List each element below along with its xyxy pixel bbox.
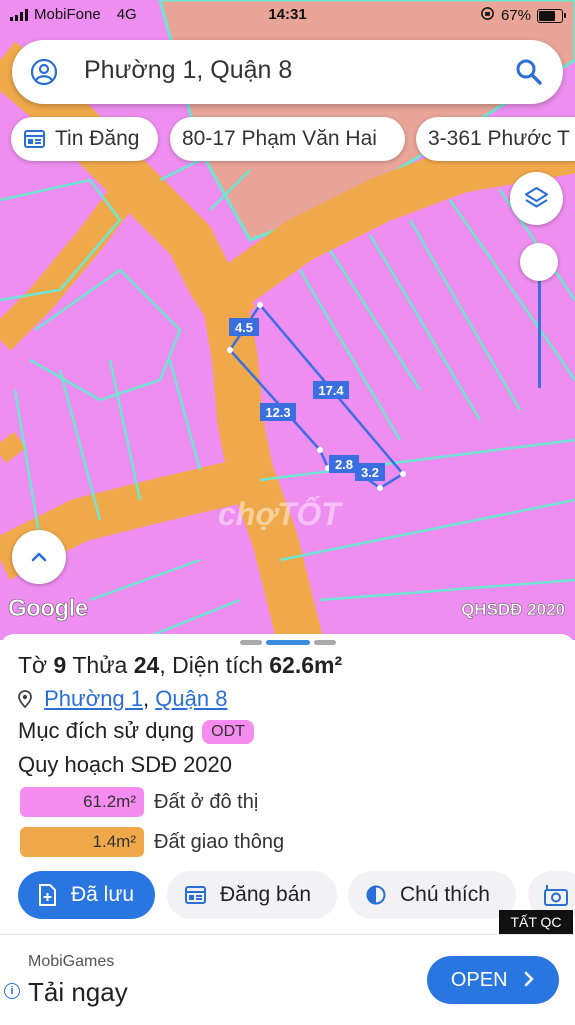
chip-label: 80-17 Phạm Văn Hai: [182, 127, 377, 150]
chip-address-1[interactable]: 80-17 Phạm Văn Hai: [170, 117, 405, 161]
news-icon: [24, 130, 45, 148]
legend-button[interactable]: Chú thích: [348, 871, 516, 919]
legend-traffic: 1.4m² Đất giao thông: [20, 826, 284, 858]
ad-cta: Tải ngay: [28, 977, 128, 1007]
chotot-watermark: chợTỐT: [218, 496, 341, 532]
ad-info-icon[interactable]: i: [4, 983, 20, 999]
dim-bottom-right: 3.2: [361, 465, 379, 480]
dim-top-right: 17.4: [318, 383, 344, 398]
add-photo-icon: [544, 885, 568, 906]
dim-bottom-left: 2.8: [335, 457, 353, 472]
chevron-right-icon: [524, 971, 534, 987]
chip-label: 3-361 Phước T: [428, 127, 570, 150]
rotation-lock-icon: [480, 6, 495, 25]
calendar-icon: [185, 886, 206, 904]
location-separator: ,: [143, 686, 150, 711]
chip-label: Tin Đăng: [55, 127, 140, 150]
chip-address-2[interactable]: 3-361 Phước T: [416, 117, 575, 161]
post-sale-button[interactable]: Đăng bán: [167, 871, 337, 919]
ad-brand: MobiGames: [28, 953, 115, 970]
sheet-handle-left: [240, 640, 262, 645]
half-circle-icon: [366, 885, 386, 905]
legend-label: Đất giao thông: [154, 830, 285, 853]
legend-value: 1.4m²: [20, 827, 144, 857]
chip-tin-dang[interactable]: Tin Đăng: [11, 117, 158, 161]
ad-banner[interactable]: i MobiGames Tải ngay OPEN: [0, 934, 575, 1025]
legend-button-label: Chú thích: [400, 883, 490, 906]
dim-left: 12.3: [265, 405, 290, 420]
plan-label: Quy hoạch SDĐ 2020: [18, 752, 233, 777]
sheet-handle-active[interactable]: [266, 640, 310, 645]
dim-top: 4.5: [235, 320, 253, 335]
battery-icon: [537, 8, 566, 23]
legend-residential: 61.2m² Đất ở đô thị: [20, 786, 258, 818]
status-bar: MobiFone 4G 14:31 67%: [0, 0, 575, 30]
purpose-badge: ODT: [202, 720, 254, 745]
hide-ad-badge[interactable]: TẤT QC: [499, 910, 573, 934]
parcel-location: Phường 1, Quận 8: [18, 686, 227, 712]
saved-label: Đã lưu: [71, 883, 135, 906]
location-pin-icon: [18, 690, 32, 709]
saved-doc-icon: [39, 884, 56, 906]
parcel-title: Tờ 9 Thửa 24, Diện tích 62.6m²: [18, 652, 343, 678]
search-bar[interactable]: Phường 1, Quận 8: [12, 40, 563, 104]
google-logo: Google: [8, 595, 89, 623]
expand-up-button[interactable]: [12, 530, 66, 584]
chevron-up-icon: [31, 552, 47, 562]
opacity-slider-knob[interactable]: [520, 243, 558, 281]
ad-open-button[interactable]: OPEN: [427, 956, 559, 1004]
legend-value: 61.2m²: [20, 787, 144, 817]
purpose-label: Mục đích sử dụng: [18, 718, 195, 743]
user-icon[interactable]: [30, 58, 58, 86]
layers-button[interactable]: [510, 172, 563, 225]
layers-icon: [524, 186, 549, 208]
layer-label: QHSDĐ 2020: [461, 600, 565, 620]
ad-open-label: OPEN: [450, 969, 508, 991]
search-text[interactable]: Phường 1, Quận 8: [84, 56, 292, 85]
land-use-purpose: Mục đích sử dụng ODT: [18, 718, 254, 745]
parcel-info-sheet[interactable]: Tờ 9 Thửa 24, Diện tích 62.6m² Phường 1,…: [0, 634, 575, 934]
search-icon[interactable]: [515, 58, 543, 86]
district-link[interactable]: Quận 8: [155, 686, 227, 711]
saved-button[interactable]: Đã lưu: [18, 871, 155, 919]
ward-link[interactable]: Phường 1: [44, 686, 143, 711]
post-sale-label: Đăng bán: [220, 883, 312, 906]
sheet-handle-right: [314, 640, 336, 645]
legend-label: Đất ở đô thị: [154, 790, 259, 813]
battery-percent: 67%: [500, 7, 531, 24]
